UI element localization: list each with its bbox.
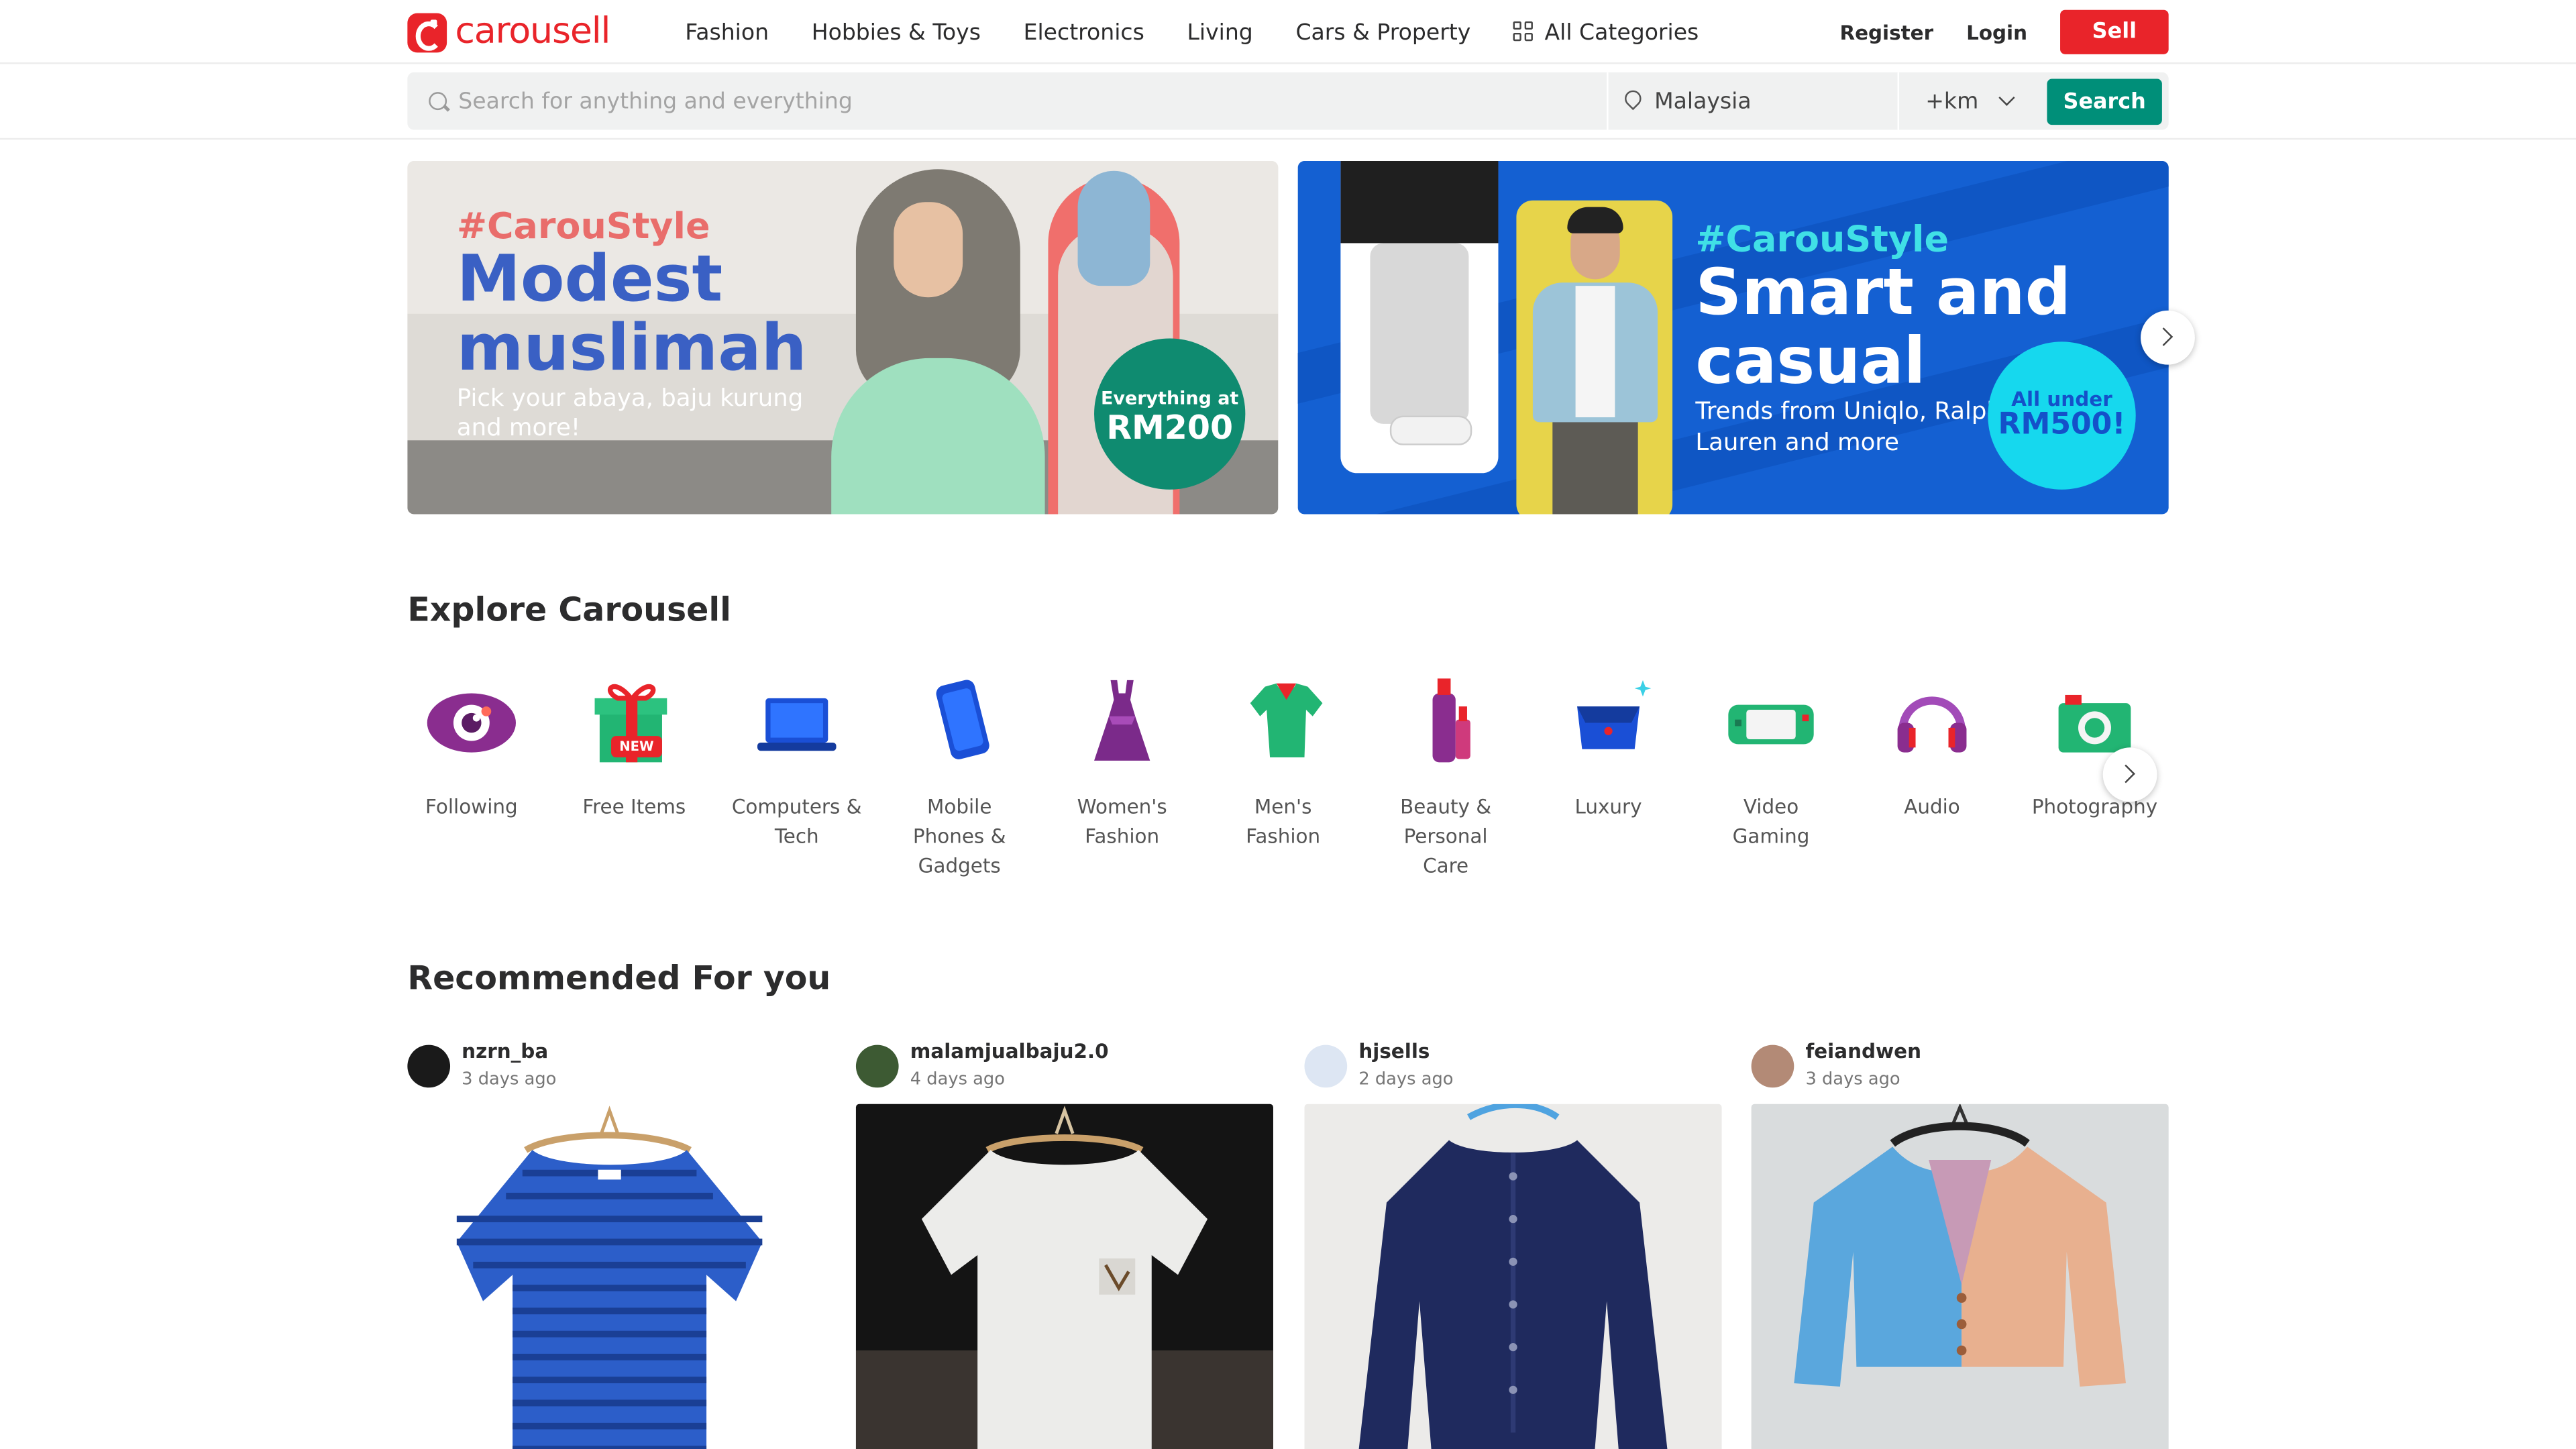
category-label: Men's Fashion	[1246, 795, 1321, 848]
nav-hobbies-toys[interactable]: Hobbies & Toys	[812, 19, 981, 45]
banner-subtitle: Pick your abaya, baju kurung and more!	[456, 386, 804, 442]
nav-living[interactable]: Living	[1187, 19, 1252, 45]
avatar[interactable]	[407, 1044, 451, 1088]
category-carousel: Following NEW Free Items Computers & Tec…	[407, 670, 2168, 900]
shirt-icon	[1234, 670, 1332, 772]
game-console-icon	[1722, 670, 1821, 772]
avatar[interactable]	[855, 1044, 899, 1088]
category-mobile-phones[interactable]: Mobile Phones & Gadgets	[894, 670, 1025, 880]
laptop-icon	[747, 670, 846, 772]
category-beauty-personal-care[interactable]: Beauty & Personal Care	[1380, 670, 1511, 880]
category-label: Luxury	[1574, 795, 1642, 818]
seller-username[interactable]: hjsells	[1358, 1040, 1430, 1063]
new-badge: NEW	[611, 736, 662, 757]
listing-age: 2 days ago	[1358, 1069, 1454, 1089]
banner-tag: #CarouStyle	[1695, 220, 1949, 262]
category-womens-fashion[interactable]: Women's Fashion	[1057, 670, 1188, 851]
banner-headline: Modest muslimah	[456, 243, 807, 386]
listing-age: 3 days ago	[462, 1069, 557, 1089]
handbag-icon	[1559, 670, 1658, 772]
model-photo-standing	[1516, 200, 1673, 515]
main-nav: Fashion Hobbies & Toys Electronics Livin…	[685, 0, 1741, 64]
explore-title: Explore Carousell	[407, 590, 731, 629]
phone-icon	[910, 670, 1009, 772]
banner-smart-casual[interactable]: #CarouStyle Smart and casual Trends from…	[1297, 161, 2169, 515]
location-value: Malaysia	[1654, 88, 1752, 115]
category-following[interactable]: Following	[406, 670, 537, 821]
all-categories-label: All Categories	[1544, 19, 1699, 46]
search-field[interactable]	[407, 72, 1609, 130]
listing-photo[interactable]	[407, 1104, 825, 1449]
badge-caption: Everything at	[1101, 387, 1239, 409]
headphones-icon	[1883, 670, 1982, 772]
category-next-button[interactable]	[2102, 747, 2157, 802]
banner-modest-muslimah[interactable]: #CarouStyle Modest muslimah Pick your ab…	[407, 161, 1279, 515]
nav-electronics[interactable]: Electronics	[1024, 19, 1144, 45]
category-label: Following	[425, 795, 518, 818]
category-mens-fashion[interactable]: Men's Fashion	[1218, 670, 1349, 851]
seller-username[interactable]: nzrn_ba	[462, 1040, 548, 1063]
category-label: Beauty & Personal Care	[1400, 795, 1492, 877]
login-link[interactable]: Login	[1966, 21, 2027, 44]
category-label: Women's Fashion	[1077, 795, 1167, 848]
search-box: Malaysia +km Search	[407, 72, 2169, 130]
badge-price: RM500!	[1998, 407, 2126, 442]
search-icon	[429, 92, 447, 111]
category-label: Video Gaming	[1732, 795, 1810, 848]
category-label: Free Items	[582, 795, 686, 818]
badge-price: RM200	[1106, 407, 1234, 447]
listing-age: 4 days ago	[910, 1069, 1005, 1089]
carousell-logo[interactable]: carousell	[407, 11, 610, 54]
register-link[interactable]: Register	[1839, 21, 1933, 44]
chevron-down-icon	[1999, 89, 2016, 106]
location-selector[interactable]: Malaysia	[1611, 72, 1900, 130]
model-photo-seated	[1340, 161, 1499, 474]
category-luxury[interactable]: Luxury	[1543, 670, 1674, 821]
avatar[interactable]	[1304, 1044, 1348, 1088]
category-video-gaming[interactable]: Video Gaming	[1705, 670, 1837, 851]
sell-button[interactable]: Sell	[2060, 9, 2169, 54]
price-badge: All under RM500!	[1988, 341, 2136, 490]
nav-fashion[interactable]: Fashion	[685, 19, 769, 45]
logo-text: carousell	[455, 11, 610, 53]
auth-area: Register Login Sell	[1839, 9, 2169, 54]
grid-icon	[1513, 21, 1535, 43]
search-bar-row: Malaysia +km Search	[0, 64, 2576, 140]
listing-age: 3 days ago	[1805, 1069, 1900, 1089]
carousell-logo-icon	[407, 13, 447, 53]
nav-all-categories[interactable]: All Categories	[1513, 19, 1699, 45]
search-input[interactable]	[458, 88, 1576, 115]
price-badge: Everything at RM200	[1094, 338, 1246, 490]
cosmetics-icon	[1397, 670, 1495, 772]
category-free-items[interactable]: NEW Free Items	[568, 670, 700, 821]
gift-icon: NEW	[585, 670, 684, 772]
seller-username[interactable]: malamjualbaju2.0	[910, 1040, 1109, 1063]
recommended-title: Recommended For you	[407, 957, 831, 998]
category-label: Audio	[1904, 795, 1960, 818]
category-label: Mobile Phones & Gadgets	[912, 795, 1006, 877]
banner-next-button[interactable]	[2141, 310, 2195, 365]
banner-subtitle: Trends from Uniqlo, Ralph Lauren and mor…	[1695, 399, 2002, 457]
seller-username[interactable]: feiandwen	[1805, 1040, 1921, 1063]
listing-photo[interactable]	[1304, 1104, 1722, 1449]
distance-value: +km	[1925, 88, 1979, 115]
eye-icon	[422, 670, 521, 772]
dress-icon	[1073, 670, 1171, 772]
search-button[interactable]: Search	[2047, 78, 2162, 125]
top-navigation-bar: carousell Fashion Hobbies & Toys Electro…	[0, 0, 2576, 64]
category-label: Computers & Tech	[731, 795, 862, 848]
location-pin-icon	[1625, 91, 1641, 112]
category-computers-tech[interactable]: Computers & Tech	[731, 670, 863, 851]
avatar[interactable]	[1751, 1044, 1794, 1088]
distance-dropdown[interactable]: +km	[1902, 72, 2034, 130]
nav-cars-property[interactable]: Cars & Property	[1295, 19, 1470, 45]
banner-tag: #CarouStyle	[456, 207, 710, 248]
category-audio[interactable]: Audio	[1866, 670, 1998, 821]
listing-photo[interactable]	[1751, 1104, 2169, 1449]
listing-photo[interactable]	[855, 1104, 1273, 1449]
